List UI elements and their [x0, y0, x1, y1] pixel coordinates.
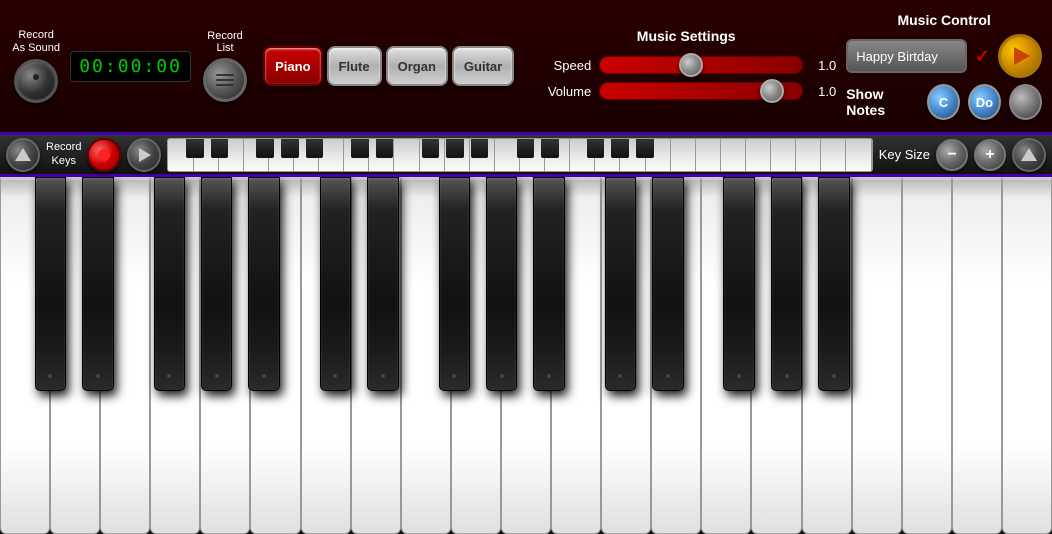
record-as-sound-section: Record As Sound [10, 29, 62, 103]
song-select-row: Happy Birtday ✓ [846, 34, 1042, 78]
show-notes-label: Show Notes [846, 86, 919, 118]
top-bar: Record As Sound 00:00:00 Record List [0, 0, 1052, 135]
black-key[interactable] [605, 177, 637, 391]
play-triangle-small-icon [139, 148, 151, 162]
black-key[interactable] [201, 177, 233, 391]
scroll-up-button[interactable] [6, 138, 40, 172]
song-select[interactable]: Happy Birtday [846, 39, 967, 73]
white-key[interactable] [952, 177, 1002, 534]
speed-value: 1.0 [811, 58, 836, 73]
record-list-section: Record List [199, 30, 251, 102]
black-key[interactable] [652, 177, 684, 391]
record-button[interactable] [87, 138, 121, 172]
knob-dot [33, 74, 39, 80]
record-keys-label: Record Keys [46, 141, 81, 167]
black-key[interactable] [723, 177, 755, 391]
play-button-large[interactable] [998, 34, 1042, 78]
black-key[interactable] [35, 177, 67, 391]
volume-label: Volume [536, 84, 591, 99]
speed-slider-thumb[interactable] [679, 53, 703, 77]
black-key[interactable] [367, 177, 399, 391]
speed-label: Speed [536, 58, 591, 73]
black-key[interactable] [154, 177, 186, 391]
piano-button[interactable]: Piano [263, 46, 322, 86]
black-key[interactable] [533, 177, 565, 391]
note-knob[interactable] [1009, 84, 1042, 120]
black-key[interactable] [771, 177, 803, 391]
black-key[interactable] [439, 177, 471, 391]
key-size-label: Key Size [879, 147, 930, 162]
music-settings-section: Music Settings Speed 1.0 Volume 1.0 [526, 28, 846, 104]
black-key[interactable] [818, 177, 850, 391]
white-key[interactable] [852, 177, 902, 534]
up-arrow-icon [15, 148, 31, 161]
list-icon [216, 74, 234, 86]
music-control-title: Music Control [897, 12, 990, 28]
key-size-section: Key Size − + [879, 138, 1046, 172]
black-key[interactable] [320, 177, 352, 391]
show-notes-row: Show Notes C Do [846, 84, 1042, 120]
control-bar: Record Keys .mini-piano-inner { display:… [0, 135, 1052, 177]
check-mark: ✓ [975, 46, 990, 67]
record-list-label: Record List [207, 30, 242, 54]
record-as-sound-knob[interactable] [14, 59, 58, 103]
speed-slider-track[interactable] [599, 56, 803, 74]
white-key[interactable] [902, 177, 952, 534]
record-as-sound-label: Record As Sound [12, 29, 60, 55]
flute-button[interactable]: Flute [327, 46, 382, 86]
volume-slider-thumb[interactable] [760, 79, 784, 103]
black-key[interactable] [248, 177, 280, 391]
volume-value: 1.0 [811, 84, 836, 99]
mini-piano-display: .mini-piano-inner { display: flex; width… [167, 138, 872, 172]
play-button-small[interactable] [127, 138, 161, 172]
play-triangle-icon [1014, 47, 1030, 65]
instruments-section: Piano Flute Organ Guitar [263, 46, 514, 86]
note-do-button[interactable]: Do [968, 84, 1001, 120]
music-settings-title: Music Settings [637, 28, 736, 44]
black-key[interactable] [486, 177, 518, 391]
white-key[interactable] [1002, 177, 1052, 534]
black-key[interactable] [82, 177, 114, 391]
key-size-up-icon [1021, 148, 1037, 161]
volume-slider-track[interactable] [599, 82, 803, 100]
timer-display: 00:00:00 [70, 51, 191, 82]
guitar-button[interactable]: Guitar [452, 46, 514, 86]
volume-row: Volume 1.0 [536, 82, 836, 100]
piano-area: .piano-keyboard { position: relative; he… [0, 177, 1052, 534]
record-dot-icon [98, 149, 110, 161]
app-container: Record As Sound 00:00:00 Record List [0, 0, 1052, 534]
key-size-up-button[interactable] [1012, 138, 1046, 172]
piano-keyboard[interactable]: .piano-keyboard { position: relative; he… [0, 177, 1052, 534]
organ-button[interactable]: Organ [386, 46, 448, 86]
key-size-decrease-button[interactable]: − [936, 139, 968, 171]
mini-piano-inner [168, 139, 871, 171]
music-control-section: Music Control Happy Birtday ✓ Show Notes… [846, 12, 1042, 120]
note-c-button[interactable]: C [927, 84, 960, 120]
record-list-button[interactable] [203, 58, 247, 102]
speed-row: Speed 1.0 [536, 56, 836, 74]
key-size-increase-button[interactable]: + [974, 139, 1006, 171]
